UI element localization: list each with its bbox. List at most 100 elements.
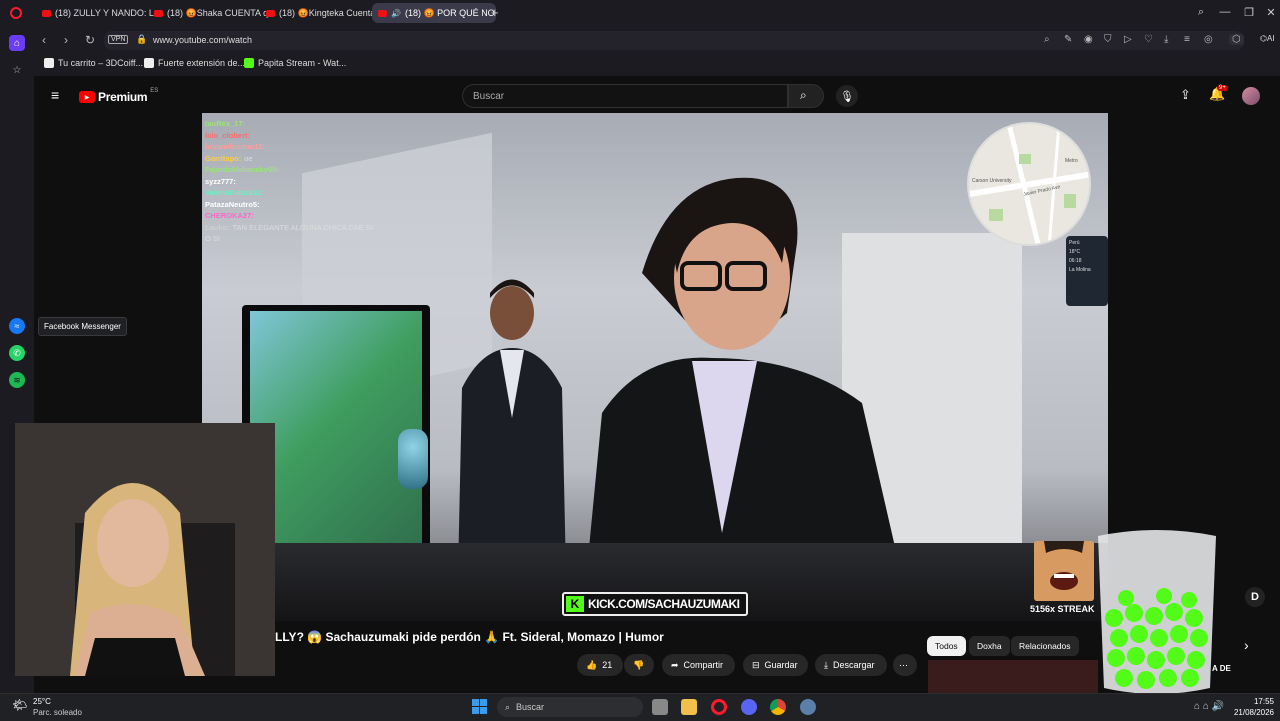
minimap-overlay: Javier Prado Ave Carson University Metro	[967, 122, 1091, 246]
youtube-favicon-icon	[154, 9, 163, 17]
browser-tab[interactable]: (18) 😡Kingteka Cuenta c	[260, 3, 380, 23]
download-icon[interactable]: ⤓	[1164, 34, 1168, 45]
settings-gear-icon[interactable]	[800, 699, 816, 715]
search-input[interactable]: Buscar	[462, 84, 788, 108]
thumbs-up-icon: 👍	[586, 659, 598, 670]
like-count: 21	[602, 660, 613, 670]
chat-message: CHEROKA27:	[205, 210, 405, 222]
maximize-button[interactable]: ❐	[1242, 6, 1256, 19]
bookmark-label: Fuerte extensión de...	[158, 58, 246, 68]
spotify-icon[interactable]: ≋	[9, 372, 25, 388]
browser-tab[interactable]: (18) 😡Shaka CUENTA qu	[148, 3, 268, 23]
map-label: Metro	[1065, 158, 1078, 164]
save-button[interactable]: ⊟ Guardar	[743, 654, 808, 676]
star-icon[interactable]: ☆	[9, 62, 25, 78]
lock-icon[interactable]: 🔒	[136, 34, 147, 45]
chat-message: PatazaNeutro5:	[205, 199, 405, 211]
shield-icon[interactable]: ⛉	[1104, 34, 1112, 45]
url-text[interactable]: www.youtube.com/watch	[153, 35, 252, 45]
chip-todos[interactable]: Todos	[927, 636, 966, 656]
region-code: ES	[150, 88, 159, 94]
opera-browser-icon[interactable]	[711, 699, 727, 715]
stream-chat-overlay: tauRex_17: lolo_clobert: bryanvhismar12: Ga…	[205, 118, 405, 245]
taskbar-date[interactable]: 21/08/2026	[1226, 708, 1274, 717]
heart-icon[interactable]: ♡	[1144, 34, 1153, 45]
kick-url-banner: K KICK.COM/SACHAUZUMAKI	[562, 592, 748, 616]
chips-next-arrow-icon[interactable]: ›	[1244, 637, 1249, 653]
youtube-favicon-icon	[42, 9, 51, 17]
chat-message: FajardoMakanaky69:	[205, 164, 405, 176]
file-explorer-icon[interactable]	[681, 699, 697, 715]
taskbar-temp[interactable]: 25°C	[33, 697, 51, 706]
kick-url-text: KICK.COM/SACHAUZUMAKI	[588, 597, 740, 611]
weather-city: Perú	[1069, 240, 1080, 246]
chat-message: Lauko: TAN ELEGANTE ALGUNA CHICA CAE SI O…	[205, 222, 380, 245]
search-tabs-icon[interactable]: ⌕	[1194, 6, 1208, 19]
more-actions-button[interactable]: ⋯	[893, 654, 917, 676]
kick-logo-icon: K	[566, 596, 584, 612]
user-avatar[interactable]	[1242, 87, 1260, 105]
cube-icon[interactable]: ▷	[1124, 34, 1132, 45]
browser-tab[interactable]: (18) ZULLY Y NANDO: LA	[36, 3, 154, 23]
discord-icon[interactable]	[741, 699, 757, 715]
url-box[interactable]	[104, 31, 1244, 50]
opera-logo-icon[interactable]	[10, 7, 22, 19]
share-button[interactable]: ➦ Compartir	[662, 654, 735, 676]
profile-icon[interactable]: ◎	[1204, 34, 1213, 45]
extension-icon[interactable]: ⬡	[1229, 34, 1244, 45]
weather-time: 06:18	[1069, 258, 1082, 264]
chat-username: PatazaNeutro5:	[205, 199, 260, 209]
speaker-icon[interactable]: 🔊	[391, 9, 401, 18]
recommendation-thumbnail[interactable]	[928, 660, 1098, 693]
upload-icon[interactable]: ⇪	[1180, 87, 1191, 103]
webcam-frame	[15, 423, 275, 676]
bookmark-item[interactable]: Tu carrito – 3DCoiff...	[44, 58, 143, 68]
chip-relacionados[interactable]: Relacionados	[1011, 636, 1079, 656]
weather-taskbar-icon[interactable]: 🌤	[12, 698, 27, 712]
bookmark-item[interactable]: Fuerte extensión de...	[144, 58, 245, 68]
dislike-button[interactable]: 👎	[624, 654, 654, 676]
ai-button[interactable]: ⌬AI	[1260, 34, 1275, 43]
chat-username: Garritapo:	[205, 153, 242, 163]
hamburger-menu-icon[interactable]: ≡	[51, 87, 59, 103]
edit-icon[interactable]: ✎	[1064, 34, 1072, 45]
chat-message: lolo_clobert:	[205, 130, 405, 142]
voice-search-button[interactable]: 🎙	[836, 85, 858, 107]
new-tab-button[interactable]: +	[491, 5, 499, 20]
share-icon: ➦	[671, 659, 679, 670]
whatsapp-icon[interactable]: ✆	[9, 345, 25, 361]
task-view-icon[interactable]	[652, 699, 668, 715]
monitor-screen	[250, 311, 422, 555]
back-button[interactable]: ‹	[42, 33, 46, 47]
bookmark-item[interactable]: Papita Stream - Wat...	[244, 58, 346, 68]
search-button[interactable]: ⌕	[788, 84, 824, 108]
taskbar-time[interactable]: 17:55	[1246, 697, 1274, 706]
weather-temp: 18°C	[1069, 249, 1081, 255]
camera-icon[interactable]: ◉	[1084, 34, 1093, 45]
home-icon[interactable]: ⌂	[9, 35, 25, 51]
forward-button[interactable]: ›	[64, 33, 68, 47]
youtube-logo[interactable]: ▶ Premium ES	[79, 88, 159, 104]
sidebar-tooltip: Facebook Messenger	[38, 317, 127, 336]
close-button[interactable]: ✕	[1264, 6, 1278, 19]
chat-username: ValeriaPataza31:	[205, 188, 264, 197]
minimize-button[interactable]: —	[1218, 6, 1232, 18]
notification-badge: 9+	[1217, 85, 1228, 91]
taskbar-search[interactable]: ⌕ Buscar	[497, 697, 643, 717]
recommendation-snippet: A DE	[1212, 664, 1231, 673]
chip-doxha[interactable]: Doxha	[969, 636, 1010, 656]
download-button[interactable]: ⤓ Descargar	[815, 654, 887, 676]
chrome-icon[interactable]	[770, 699, 786, 715]
vpn-badge[interactable]: VPN	[108, 35, 129, 44]
browser-tab-active[interactable]: 🔊 (18) 😡 POR QUÉ NO	[372, 3, 496, 23]
windows-start-icon[interactable]	[472, 699, 487, 714]
reload-button[interactable]: ↻	[85, 33, 95, 47]
map-label: Carson University	[972, 178, 1012, 184]
video-title: LLY? 😱 Sachauzumaki pide perdón 🙏 Ft. Si…	[275, 630, 664, 644]
more-icon: ⋯	[899, 659, 908, 670]
zoom-icon[interactable]: ⌕	[1044, 34, 1050, 45]
like-button[interactable]: 👍 21	[577, 654, 623, 676]
system-tray-icons[interactable]: ⌂ ⌂ 🔊	[1194, 701, 1224, 712]
menu-icon[interactable]: ≡	[1184, 34, 1190, 45]
messenger-icon[interactable]: ≈	[9, 318, 25, 334]
